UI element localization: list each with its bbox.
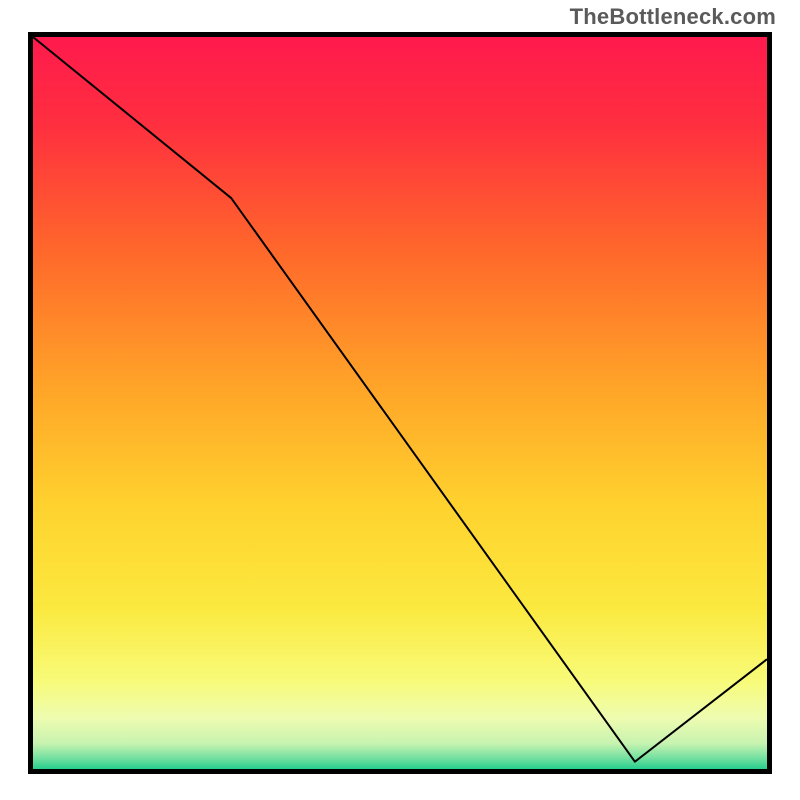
plot-background (33, 37, 767, 769)
chart-canvas (0, 0, 800, 800)
watermark-text: TheBottleneck.com (570, 4, 776, 30)
chart-container: TheBottleneck.com (0, 0, 800, 800)
